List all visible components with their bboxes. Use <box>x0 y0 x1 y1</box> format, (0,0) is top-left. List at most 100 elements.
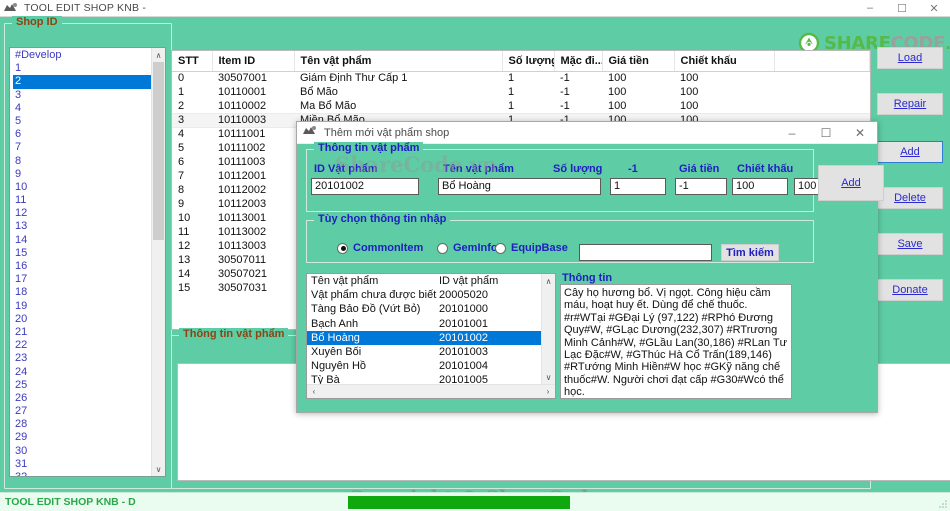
dialog-field-input[interactable]: 1 <box>610 178 666 195</box>
add-button[interactable]: Add <box>877 141 943 163</box>
shop-id-list-item[interactable]: 30 <box>13 445 151 458</box>
list-item[interactable]: Vật phẩm chưa được biết 20005020 <box>307 288 541 302</box>
dialog-search-button[interactable]: Tìm kiếm <box>721 244 779 261</box>
shop-id-list-item[interactable]: 14 <box>13 234 151 247</box>
table-cell: 10112002 <box>218 184 267 196</box>
shop-id-list-item[interactable]: 23 <box>13 352 151 365</box>
table-row[interactable]: 0 30507001 Giám Định Thư Cấp 1 1 -1 100 100 <box>172 71 870 85</box>
table-cell: 13 <box>178 254 191 266</box>
list-item[interactable]: Nguyên Hồ 20101004 <box>307 359 541 373</box>
shop-id-listbox[interactable]: #Develop 1 2 3 4 5 6 7 8 9 10 11 12 13 14 15 16 17 18 19 20 2… <box>9 47 166 477</box>
shop-id-list-item[interactable]: 25 <box>13 379 151 392</box>
table-cell: 10110002 <box>218 99 267 112</box>
shop-id-scrollbar[interactable]: ∧ ∨ <box>151 48 165 476</box>
close-icon[interactable]: ✕ <box>918 0 950 17</box>
dialog-field-label: -1 <box>628 163 638 175</box>
scrollbar-thumb[interactable] <box>153 62 164 240</box>
dialog-add-button[interactable]: Add <box>818 165 884 201</box>
shop-id-list-item[interactable]: 15 <box>13 247 151 260</box>
dialog-maximize-icon[interactable]: ☐ <box>809 122 843 144</box>
dialog-radio-commonitem[interactable]: CommonItem <box>337 242 423 254</box>
dialog-item-listview[interactable]: Tên vật phẩm ID vật phẩm Vật phẩm chưa đượ… <box>306 273 556 399</box>
dialog-field-input[interactable]: 100 <box>732 178 788 195</box>
minimize-icon[interactable]: – <box>854 0 886 17</box>
grid-column-header[interactable]: STT <box>172 51 213 72</box>
shop-id-list-item[interactable]: 16 <box>13 260 151 273</box>
table-row[interactable]: 2 10110002 Ma Bổ Mão 1 -1 100 100 <box>172 99 870 113</box>
grid-column-header[interactable]: Giá tiền <box>602 51 675 72</box>
shop-id-list-item[interactable]: 18 <box>13 286 151 299</box>
shop-id-list-item[interactable]: 13 <box>13 220 151 233</box>
shop-id-list-item[interactable]: 20 <box>13 313 151 326</box>
table-row[interactable]: 1 10110001 Bổ Mão 1 -1 100 100 <box>172 85 870 99</box>
dialog-info-panel-text: Cây họ hương bổ. Vị ngọt. Công hiệu cầm … <box>560 284 792 399</box>
list-item[interactable]: Xuyên Bối 20101003 <box>307 345 541 359</box>
shop-id-list-item[interactable]: 2 <box>13 75 151 89</box>
list-item[interactable]: Tỳ Bà 20101005 <box>307 373 541 384</box>
shop-id-list-item[interactable]: 21 <box>13 326 151 339</box>
dialog-field-input[interactable]: -1 <box>675 178 727 195</box>
dialog-field-label: Tên vật phẩm <box>443 163 514 175</box>
shop-id-list-item[interactable]: 6 <box>13 128 151 141</box>
donate-button[interactable]: Donate <box>877 279 943 301</box>
dialog-list-hscrollbar[interactable]: ‹ › <box>307 384 555 398</box>
shop-id-list-item[interactable]: 24 <box>13 366 151 379</box>
dialog-list-vscrollbar[interactable]: ∧ ∨ <box>541 274 555 384</box>
shop-id-list-item[interactable]: 28 <box>13 418 151 431</box>
shop-id-list-item[interactable]: 7 <box>13 141 151 154</box>
grid-column-header[interactable]: Mặc đi... <box>554 51 603 72</box>
shop-id-list-item[interactable]: 11 <box>13 194 151 207</box>
shop-id-list-item[interactable]: 17 <box>13 273 151 286</box>
shop-id-list-item[interactable]: 4 <box>13 102 151 115</box>
list-item[interactable]: Bổ Hoàng 20101002 <box>307 330 541 345</box>
list-item[interactable]: Tàng Bảo Đồ (Vứt Bỏ) 20101000 <box>307 302 541 316</box>
shop-id-list-item[interactable]: 5 <box>13 115 151 128</box>
maximize-icon[interactable]: ☐ <box>886 0 918 17</box>
dialog-field-input[interactable]: 20101002 <box>311 178 419 195</box>
shop-id-list-item[interactable]: 29 <box>13 431 151 444</box>
shop-id-list-item[interactable]: 26 <box>13 392 151 405</box>
shop-id-list-item[interactable]: 3 <box>13 89 151 102</box>
grid-column-header[interactable]: Số lượng <box>502 51 555 72</box>
delete-button[interactable]: Delete <box>877 187 943 209</box>
repair-button[interactable]: Repair <box>877 93 943 115</box>
table-cell: 30507001 <box>218 72 267 85</box>
table-cell: 5 <box>178 142 185 154</box>
dialog-field-input[interactable]: Bổ Hoàng <box>438 178 601 195</box>
resize-grip-icon[interactable] <box>938 499 948 509</box>
shop-id-list-item[interactable]: 9 <box>13 168 151 181</box>
shop-id-list-item[interactable]: 22 <box>13 339 151 352</box>
dialog-list-scroll-left-icon[interactable]: ‹ <box>307 385 321 399</box>
shop-id-list-item[interactable]: #Develop <box>13 49 151 62</box>
shop-id-list-items[interactable]: #Develop 1 2 3 4 5 6 7 8 9 10 11 12 13 14 15 16 17 18 19 20 2… <box>10 48 151 476</box>
shop-id-list-item[interactable]: 31 <box>13 458 151 471</box>
dialog-list-scroll-up-icon[interactable]: ∧ <box>542 274 556 288</box>
shop-id-list-item[interactable]: 10 <box>13 181 151 194</box>
shop-id-list-item[interactable]: 19 <box>13 300 151 313</box>
dialog-minimize-icon[interactable]: – <box>775 122 809 144</box>
dialog-search-input[interactable] <box>579 244 712 261</box>
shop-id-list-item[interactable]: 32 <box>13 471 151 476</box>
grid-column-header[interactable]: Chiết khấu <box>674 51 775 72</box>
dialog-radio-equipbase[interactable]: EquipBase <box>495 242 568 254</box>
shop-id-list-item[interactable]: 27 <box>13 405 151 418</box>
shop-id-list-item[interactable]: 12 <box>13 207 151 220</box>
add-item-dialog[interactable]: Thêm mới vật phẩm shop – ☐ ✕ Thông tin v… <box>296 121 884 413</box>
load-button[interactable]: Load <box>877 47 943 69</box>
table-cell: 10112003 <box>218 198 267 210</box>
dialog-radio-geminfo[interactable]: GemInfo <box>437 242 498 254</box>
save-button[interactable]: Save <box>877 233 943 255</box>
shop-id-list-item[interactable]: 1 <box>13 62 151 75</box>
scroll-down-icon[interactable]: ∨ <box>152 462 166 476</box>
scroll-up-icon[interactable]: ∧ <box>152 48 166 62</box>
table-cell: 2 <box>178 99 185 112</box>
dialog-list-header-row[interactable]: Tên vật phẩm ID vật phẩm <box>307 274 541 288</box>
dialog-list-scroll-down-icon[interactable]: ∨ <box>542 370 556 384</box>
dialog-close-icon[interactable]: ✕ <box>843 122 877 144</box>
shop-id-list-item[interactable]: 8 <box>13 155 151 168</box>
grid-column-header[interactable]: Tên vật phẩm <box>294 51 503 72</box>
grid-column-header[interactable]: Item ID <box>212 51 295 72</box>
dialog-list-scroll-right-icon[interactable]: › <box>541 385 555 399</box>
list-item[interactable]: Bạch Anh 20101001 <box>307 317 541 331</box>
dialog-item-listview-rows[interactable]: Tên vật phẩm ID vật phẩm Vật phẩm chưa đượ… <box>307 274 541 384</box>
